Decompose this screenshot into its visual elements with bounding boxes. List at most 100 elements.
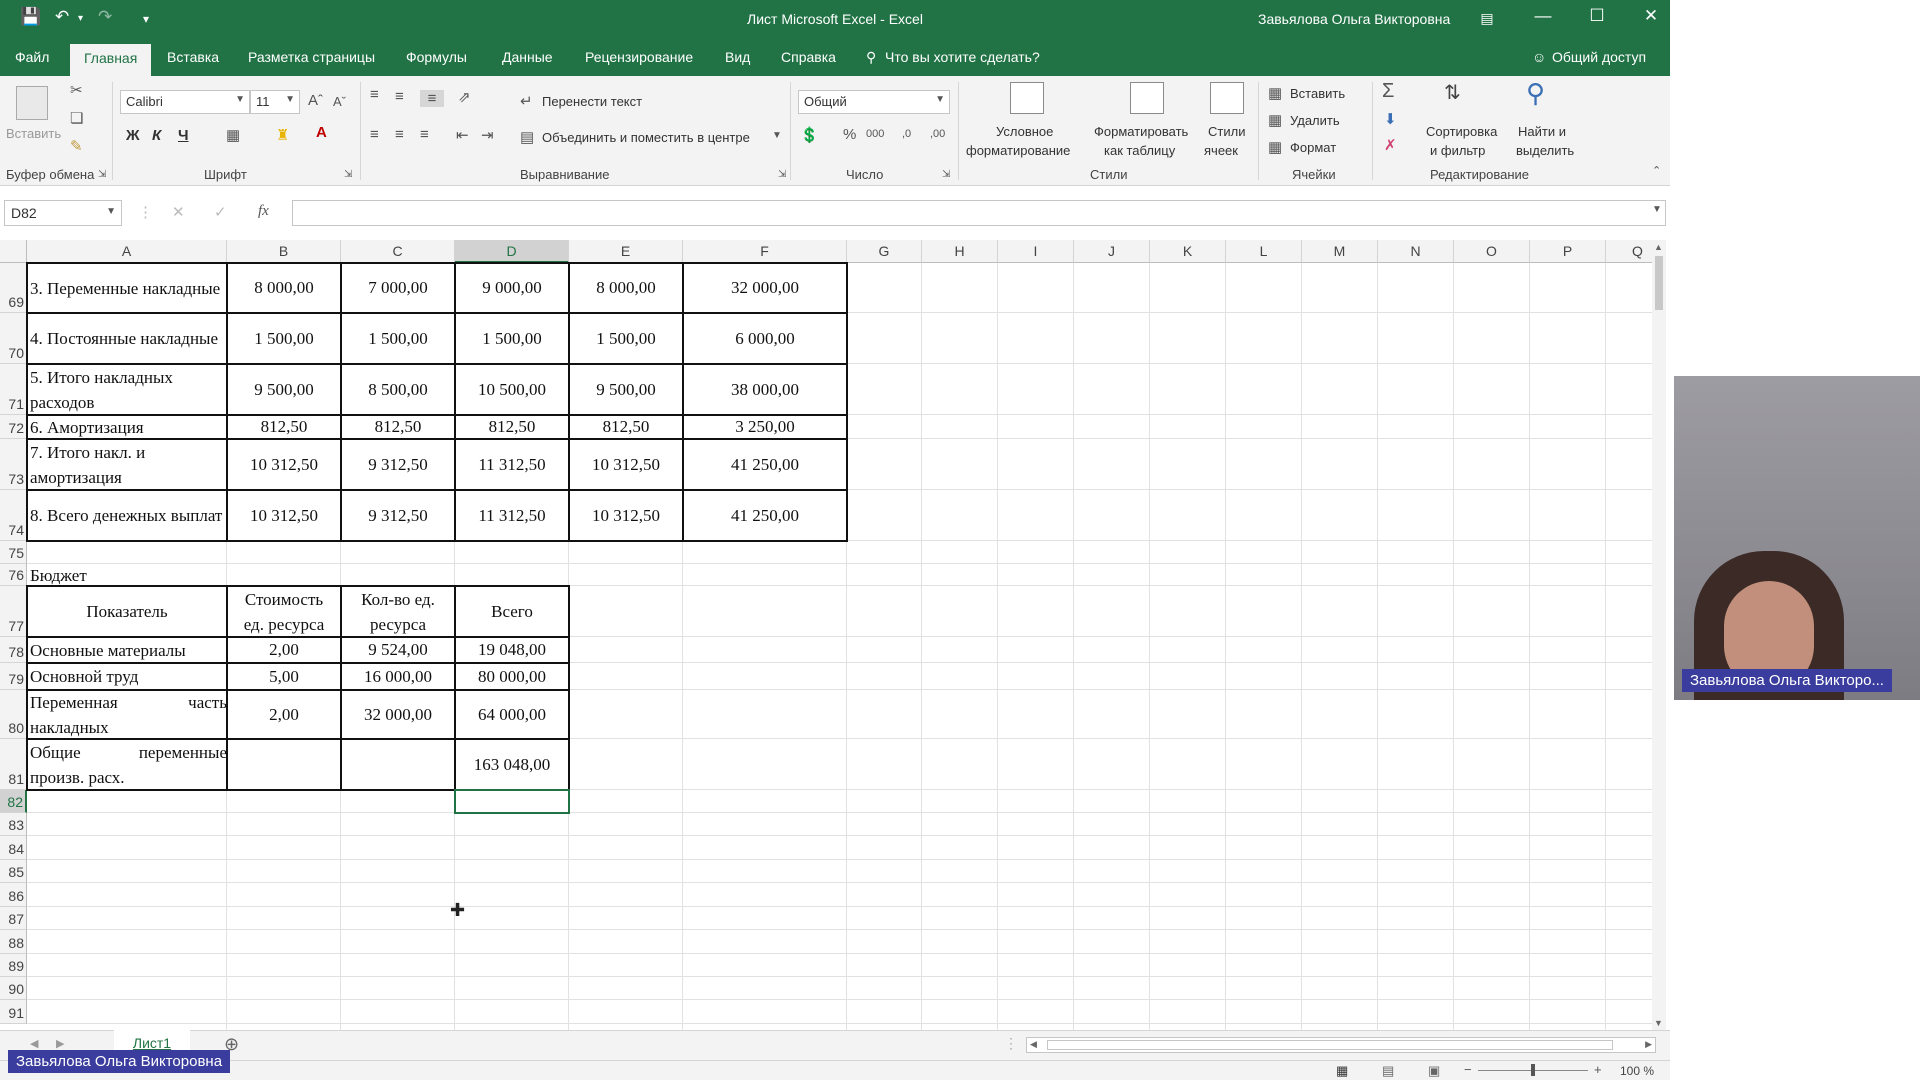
row-header-81[interactable]: 81 [0,739,27,790]
page-break-view-icon[interactable]: ▣ [1428,1063,1440,1079]
find-select-label-2[interactable]: выделить [1516,143,1574,158]
insert-cells-button[interactable]: Вставить [1290,86,1345,101]
cut-icon[interactable]: ✂ [70,81,83,99]
row-header-87[interactable]: 87 [0,907,27,930]
column-header-h[interactable]: H [922,240,998,263]
row-header-70[interactable]: 70 [0,313,27,364]
row-header-85[interactable]: 85 [0,860,27,883]
tab-review[interactable]: Рецензирование [585,49,693,65]
format-cells-button[interactable]: Формат [1290,140,1336,155]
merge-center-button[interactable]: Объединить и поместить в центре [542,130,750,145]
format-painter-icon[interactable]: ✎ [70,137,83,155]
scroll-right-icon[interactable]: ▶ [1645,1039,1652,1050]
name-box[interactable]: D82 ▼ [4,200,122,226]
collapse-ribbon-icon[interactable]: ⌃ [1652,164,1661,177]
zoom-in-icon[interactable]: + [1594,1062,1602,1077]
scroll-thumb[interactable] [1655,256,1663,310]
cond-format-label-1[interactable]: Условное [996,124,1053,139]
bold-button[interactable]: Ж [126,127,140,144]
find-select-label-1[interactable]: Найти и [1518,124,1566,139]
number-format-combo[interactable]: Общий ▼ [798,90,950,114]
h-scroll-thumb[interactable] [1047,1040,1613,1050]
cell-styles-label-1[interactable]: Стили [1208,124,1245,139]
underline-button[interactable]: Ч [178,127,189,144]
row-header-86[interactable]: 86 [0,883,27,907]
row-header-89[interactable]: 89 [0,954,27,977]
align-left-icon[interactable]: ≡ [370,126,379,143]
fill-icon[interactable]: ⬇ [1384,110,1397,128]
row-header-90[interactable]: 90 [0,977,27,1000]
close-icon[interactable]: ✕ [1636,6,1666,26]
format-table-label-1[interactable]: Форматировать [1094,124,1188,139]
row-header-83[interactable]: 83 [0,813,27,836]
currency-icon[interactable]: 💲 [800,126,819,144]
row-header-91[interactable]: 91 [0,1000,27,1024]
row-header-75[interactable]: 75 [0,541,27,564]
formula-input[interactable] [292,200,1666,226]
font-launcher-icon[interactable]: ⇲ [344,169,352,180]
scroll-left-icon[interactable]: ◀ [1030,1039,1037,1050]
tab-view[interactable]: Вид [725,49,750,65]
column-header-f[interactable]: F [683,240,847,263]
tell-me-search[interactable]: Что вы хотите сделать? [885,49,1040,65]
row-header-76[interactable]: 76 [0,564,27,586]
cancel-entry-icon[interactable]: ✕ [172,203,185,221]
participant-video[interactable]: Завьялова Ольга Викторо... [1674,376,1920,700]
format-table-label-2[interactable]: как таблицу [1104,143,1175,158]
percent-icon[interactable]: % [843,126,856,143]
column-header-k[interactable]: K [1150,240,1226,263]
font-name-combo[interactable]: Calibri ▼ [120,90,250,114]
cell-styles-label-2[interactable]: ячеек [1204,143,1238,158]
font-color-icon[interactable]: A [316,124,327,141]
column-header-g[interactable]: G [847,240,922,263]
column-header-o[interactable]: O [1454,240,1530,263]
vertical-scrollbar[interactable]: ▲ ▼ [1652,240,1666,1030]
insert-function-button[interactable]: fx [258,203,269,220]
cell-styles-icon[interactable] [1210,82,1244,114]
paste-button[interactable]: Вставить [6,126,61,141]
find-icon[interactable]: ⚲ [1526,78,1545,109]
next-sheet-icon[interactable]: ▶ [56,1037,64,1050]
selected-cell[interactable] [454,789,570,814]
tab-insert[interactable]: Вставка [167,49,219,65]
horizontal-scrollbar[interactable]: ◀ ▶ [1026,1037,1656,1053]
row-header-69[interactable]: 69 [0,263,27,313]
sort-filter-label-1[interactable]: Сортировка [1426,124,1497,139]
page-layout-view-icon[interactable]: ▤ [1382,1063,1394,1079]
clear-icon[interactable]: ✗ [1384,136,1397,154]
column-header-i[interactable]: I [998,240,1074,263]
row-header-78[interactable]: 78 [0,637,27,663]
row-header-88[interactable]: 88 [0,930,27,954]
borders-icon[interactable]: ▦ [226,126,240,144]
copy-icon[interactable]: ❏ [70,109,83,127]
column-header-m[interactable]: M [1302,240,1378,263]
column-header-a[interactable]: A [27,240,227,263]
row-header-79[interactable]: 79 [0,663,27,690]
chevron-down-icon[interactable]: ▼ [772,130,782,141]
thousands-icon[interactable]: 000 [866,128,884,140]
row-header-72[interactable]: 72 [0,415,27,439]
increase-font-icon[interactable]: Aˆ [308,92,323,109]
format-as-table-icon[interactable] [1130,82,1164,114]
column-header-e[interactable]: E [569,240,683,263]
scroll-down-icon[interactable]: ▼ [1654,1018,1663,1028]
zoom-slider-thumb[interactable] [1531,1064,1535,1076]
ribbon-display-icon[interactable]: ▤ [1472,10,1502,27]
column-header-b[interactable]: B [227,240,341,263]
row-header-74[interactable]: 74 [0,490,27,541]
row-header-71[interactable]: 71 [0,364,27,415]
increase-indent-icon[interactable]: ⇥ [481,126,494,144]
zoom-out-icon[interactable]: − [1464,1062,1472,1077]
align-center-icon[interactable]: ≡ [395,126,404,143]
expand-formula-icon[interactable]: ▼ [1652,204,1662,215]
worksheet-grid[interactable]: ABCDEFGHIJKLMNOPQ 69 70 71 72 73 74 75 76 77 78 79… [0,240,1660,1030]
account-name[interactable]: Завьялова Ольга Викторовна [1258,11,1450,27]
column-header-l[interactable]: L [1226,240,1302,263]
decrease-decimal-icon[interactable]: ,00 [930,128,945,140]
alignment-launcher-icon[interactable]: ⇲ [778,169,786,180]
tab-help[interactable]: Справка [781,49,836,65]
tab-data[interactable]: Данные [502,49,553,65]
increase-decimal-icon[interactable]: ,0 [902,128,911,140]
column-header-j[interactable]: J [1074,240,1150,263]
column-header-c[interactable]: C [341,240,455,263]
